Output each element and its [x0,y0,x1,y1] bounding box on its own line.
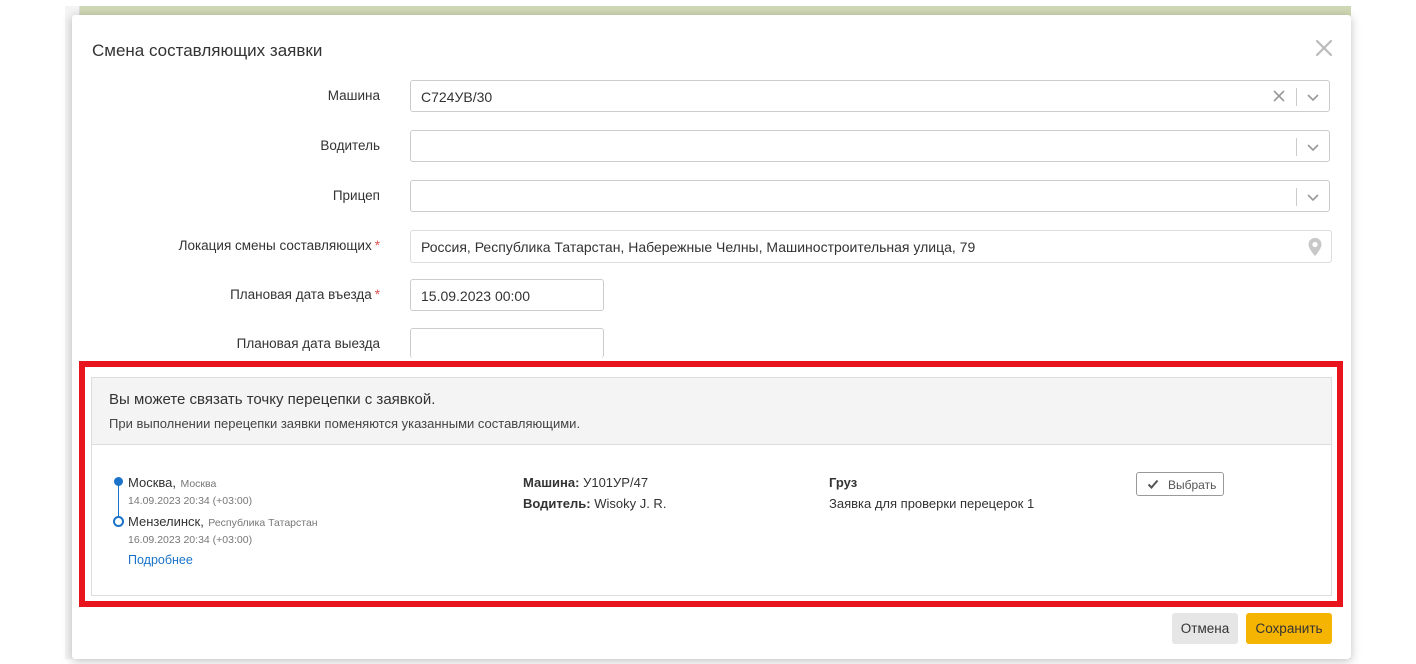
select-separator [1296,188,1297,206]
clear-icon[interactable] [1273,90,1285,102]
trailer-label: Прицеп [332,188,380,203]
route-end-dot [113,516,124,527]
entry-date-input[interactable]: 15.09.2023 00:00 [410,279,604,311]
driver-info-label: Водитель: [523,496,591,511]
required-mark: * [374,238,380,253]
from-city: Москва [128,475,173,490]
from-date: 14.09.2023 20:34 (+03:00) [128,495,253,507]
select-separator [1296,88,1297,106]
to-city: Мензелинск [128,514,201,529]
route-line [118,485,119,519]
select-separator [1296,138,1297,156]
panel-subtitle: При выполнении перецепки заявки поменяют… [109,416,581,431]
driver-select[interactable] [410,130,1330,162]
cargo-value: Заявка для проверки перецерок 1 [829,496,1035,511]
map-pin-icon[interactable] [1307,237,1323,257]
location-input[interactable]: Россия, Республика Татарстан, Набережные… [410,230,1332,263]
modal-title: Смена составляющих заявки [92,41,323,60]
required-mark: * [374,287,380,302]
trailer-select[interactable] [410,180,1330,212]
route-to: Мензелинск, Республика Татарстан [128,514,318,529]
driver-info: Водитель: Wisoky J. R. [523,496,666,511]
vehicle-info-value: У101УР/47 [583,475,649,490]
driver-info-value: Wisoky J. R. [594,496,667,511]
panel-title: Вы можете связать точку перецепки с заяв… [109,391,436,408]
route-from: Москва, Москва [128,475,217,490]
close-icon[interactable] [1315,39,1333,57]
choose-button-label: Выбрать [1168,478,1217,492]
vehicle-info-label: Машина: [523,475,580,490]
vehicle-value: С724УВ/30 [421,89,493,105]
cargo-label: Груз [829,475,858,490]
choose-button[interactable]: Выбрать [1136,472,1224,496]
exit-date-label: Плановая дата выезда [236,336,380,351]
chevron-down-icon[interactable] [1306,90,1320,104]
check-icon [1147,479,1159,489]
transfer-panel: Вы можете связать точку перецепки с заяв… [91,377,1332,596]
vehicle-label: Машина [327,88,380,103]
entry-date-label: Плановая дата въезда * [230,287,380,302]
cargo-info: Груз [829,475,857,490]
location-label: Локация смены составляющих * [178,238,380,253]
panel-header: Вы можете связать точку перецепки с заяв… [92,378,1331,445]
location-value: Россия, Республика Татарстан, Набережные… [421,239,976,255]
chevron-down-icon[interactable] [1306,190,1320,204]
vehicle-select[interactable]: С724УВ/30 [410,80,1330,112]
driver-label: Водитель [320,138,380,153]
exit-date-input[interactable] [410,328,604,358]
entry-date-value: 15.09.2023 00:00 [421,288,530,304]
from-region: Москва [180,478,217,490]
to-date: 16.09.2023 20:34 (+03:00) [128,534,253,546]
chevron-down-icon[interactable] [1306,140,1320,154]
cancel-button[interactable]: Отмена [1172,613,1238,644]
more-details-link[interactable]: Подробнее [128,553,193,567]
save-button[interactable]: Сохранить [1246,613,1332,644]
vehicle-info: Машина: У101УР/47 [523,475,648,490]
to-region: Республика Татарстан [208,517,318,529]
